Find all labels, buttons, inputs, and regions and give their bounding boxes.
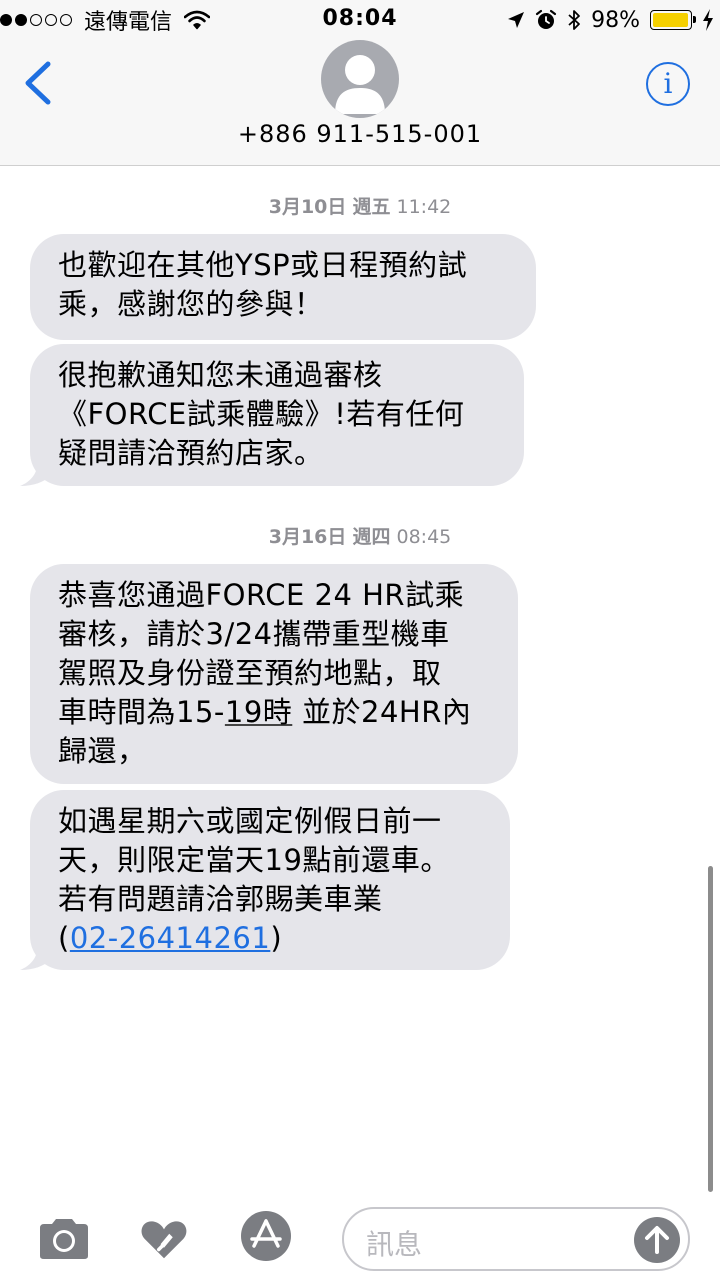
location-arrow-icon [508,12,525,28]
contact-avatar[interactable] [321,40,399,118]
info-button[interactable]: i [646,62,690,106]
charging-bolt-icon [703,9,713,31]
back-chevron-icon[interactable] [18,58,58,108]
alarm-clock-icon [535,9,557,29]
message-line: 恭喜您通過FORCE 24 HR試乘 [58,578,465,612]
message-line: 《FORCE試乘體驗》!若有任何 [58,397,465,431]
message-line: 乘，感謝您的參與！ [58,287,324,321]
message-line: 歸還， [58,734,147,768]
bubble-tail [20,460,50,486]
received-message-bubble[interactable]: 恭喜您通過FORCE 24 HR試乘 審核，請於3/24攜帶重型機車 駕照及身份… [30,564,518,784]
timestamp-time: 11:42 [396,196,452,218]
message-line: 若有問題請洽郭賜美車業 [58,882,383,916]
message-line: 駕照及身份證至預約地點，取 [58,656,442,690]
timestamp-weekday: 週五 [352,196,391,218]
timestamp-divider: 3月10日 週五 11:42 [0,192,720,219]
message-line: (02-26414261) [58,919,484,958]
received-message-bubble[interactable]: 如遇星期六或國定例假日前一 天，則限定當天19點前還車。 若有問題請洽郭賜美車業… [20,790,510,970]
received-message-bubble[interactable]: 很抱歉通知您未通過審核 《FORCE試乘體驗》!若有任何 疑問請洽預約店家。 [20,344,524,486]
message-text: ) [270,921,283,955]
contact-number[interactable]: +886 911-515-001 [0,120,720,148]
message-input-placeholder: 訊息 [366,1228,423,1261]
message-text: ( [58,921,70,955]
status-bar: 遠傳電信 08:04 98% [0,0,720,40]
app-store-icon[interactable] [240,1210,292,1262]
scrollbar[interactable] [708,866,713,1192]
received-message-bubble[interactable]: 也歡迎在其他YSP或日程預約試 乘，感謝您的參與！ [30,234,536,340]
timestamp-date: 3月16日 [268,526,347,548]
camera-icon[interactable] [36,1218,92,1260]
battery-level-fill [653,13,689,27]
phone-number-link[interactable]: 02-26414261 [70,921,270,955]
battery-percentage: 98% [591,7,640,33]
timestamp-weekday: 週四 [352,526,391,548]
detected-time-link[interactable]: 19時 [225,695,292,729]
message-line: 審核，請於3/24攜帶重型機車 [58,617,450,651]
timestamp-divider: 3月16日 週四 08:45 [0,522,720,549]
message-text: 並於24HR內 [292,695,472,729]
message-text: 車時間為15- [58,695,225,729]
message-line: 很抱歉通知您未通過審核 [58,358,383,392]
message-line: 疑問請洽預約店家。 [58,436,324,470]
person-silhouette-icon [335,55,385,114]
digital-touch-heart-icon[interactable] [136,1218,192,1260]
message-line: 如遇星期六或國定例假日前一 [58,804,442,838]
send-button[interactable] [634,1217,680,1263]
timestamp-date: 3月10日 [268,196,347,218]
message-line: 天，則限定當天19點前還車。 [58,843,450,877]
message-line: 也歡迎在其他YSP或日程預約試 [58,248,468,282]
bubble-tail [20,944,50,970]
battery-icon [650,10,696,30]
message-input[interactable]: 訊息 [342,1207,690,1271]
bluetooth-icon [568,10,580,30]
timestamp-time: 08:45 [396,526,452,548]
send-arrow-up-icon [645,1226,669,1254]
message-line: 車時間為15-19時 並於24HR內 [58,693,492,732]
